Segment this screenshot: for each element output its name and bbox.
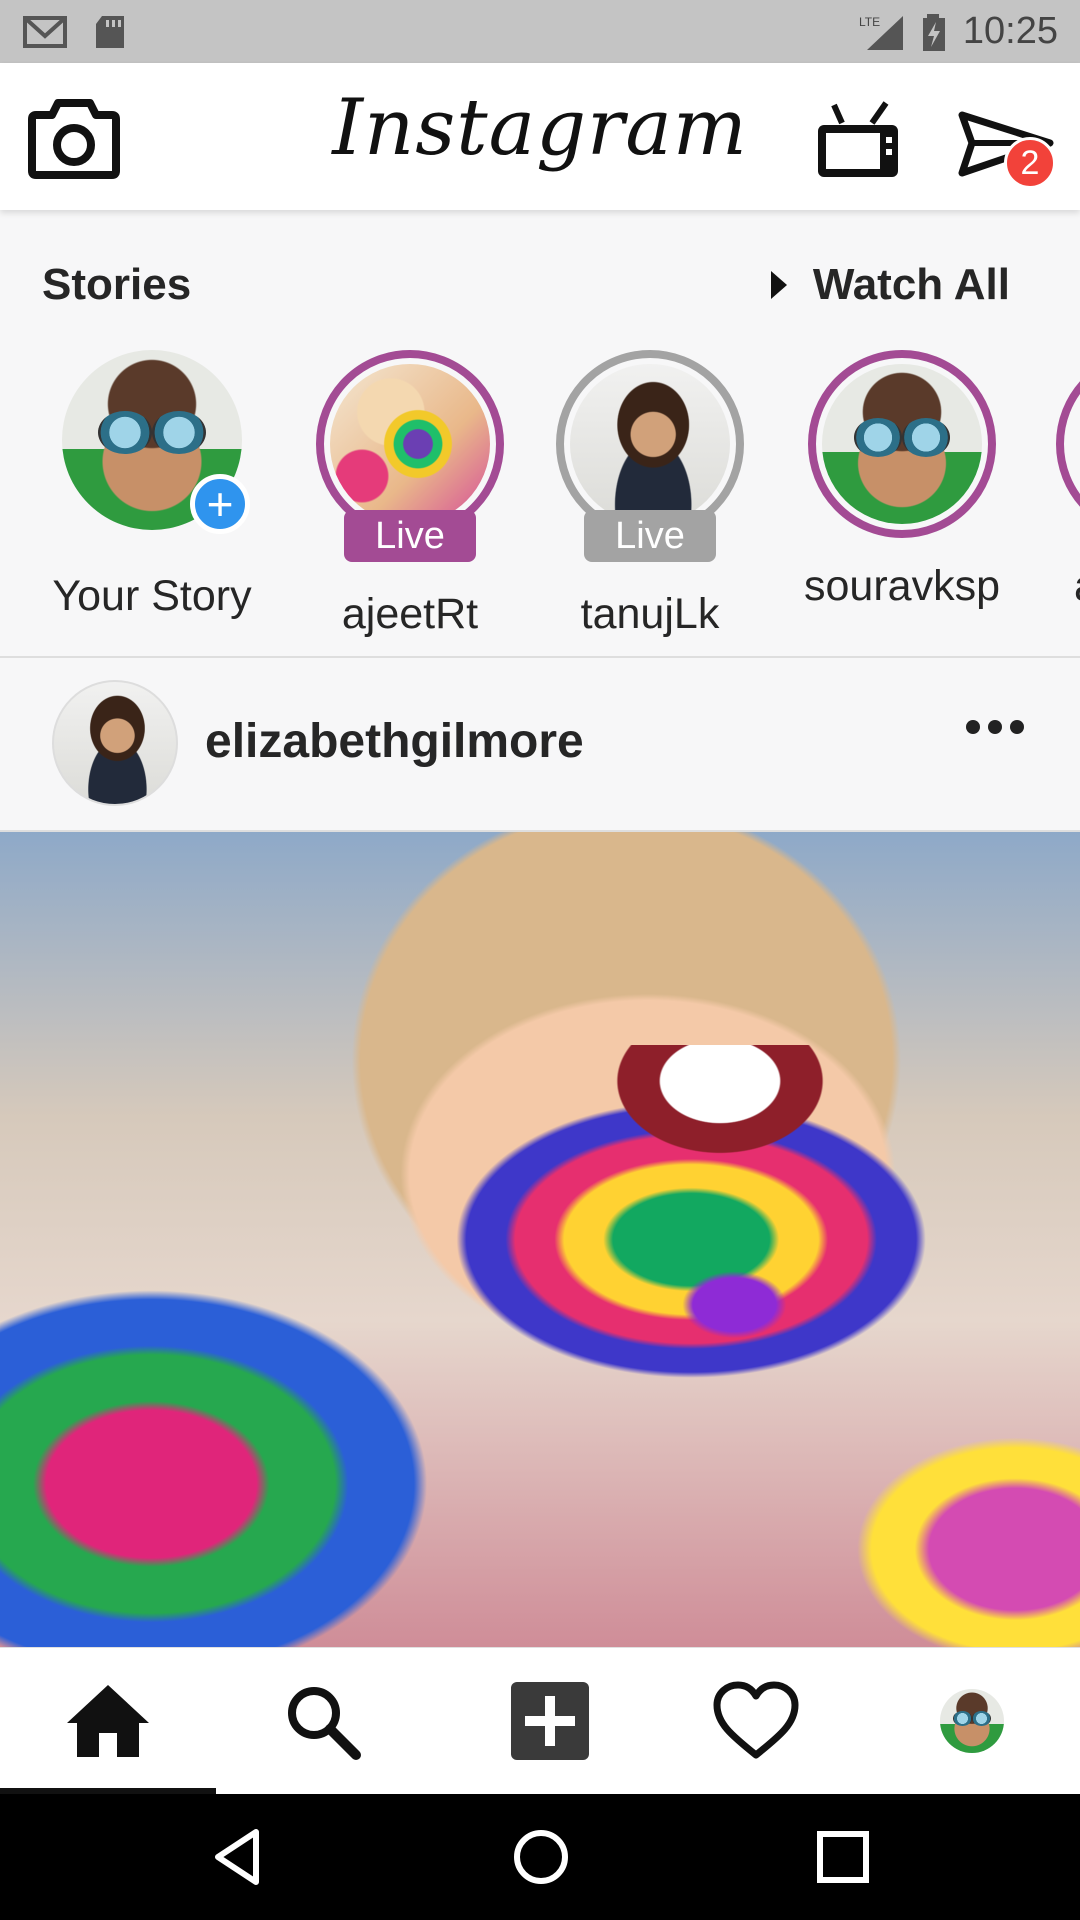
story-name: ajeetRt (341, 590, 479, 638)
bottom-navigation (0, 1647, 1080, 1794)
story-item-souravksp[interactable]: souravksp (782, 350, 1022, 650)
post-author-avatar[interactable] (52, 680, 178, 806)
home-circle-icon[interactable] (508, 1824, 574, 1890)
story-item-ajeetrt[interactable]: Live ajeetRt (290, 350, 530, 650)
profile-avatar-image (940, 1689, 1004, 1753)
system-navigation-bar (0, 1794, 1080, 1920)
status-time: 10:25 (962, 10, 1058, 52)
story-item-your-story[interactable]: + Your Story (32, 350, 272, 650)
story-avatar (822, 364, 982, 524)
search-icon[interactable] (272, 1676, 372, 1766)
add-story-icon[interactable]: + (190, 474, 250, 534)
signal-icon: LTE (859, 15, 903, 50)
live-badge: Live (584, 510, 716, 562)
profile-avatar[interactable] (922, 1676, 1022, 1766)
story-name: tanujLk (580, 590, 720, 638)
play-arrow-icon (770, 271, 787, 299)
status-right-icons: LTE 10:25 (859, 0, 1058, 63)
watch-all-button[interactable]: Watch All (770, 260, 1010, 310)
status-bar: LTE 10:25 (0, 0, 1080, 63)
story-avatar (330, 364, 490, 524)
story-avatar (570, 364, 730, 524)
post-image[interactable] (0, 832, 1080, 1647)
story-name: souravksp (804, 562, 1000, 610)
stories-title: Stories (42, 260, 192, 309)
post-username[interactable]: elizabethgilmore (205, 714, 584, 769)
story-item-tanujlk[interactable]: Live tanujLk (530, 350, 770, 650)
gmail-icon (23, 15, 67, 48)
more-horizontal-icon[interactable] (966, 720, 1024, 734)
story-name: Your Story (52, 572, 252, 620)
igtv-icon[interactable] (812, 99, 904, 183)
status-left-icons (22, 10, 136, 53)
app-logo: Instagram (332, 83, 748, 173)
heart-icon[interactable] (706, 1676, 806, 1766)
app-header: Instagram 2 (0, 63, 1080, 210)
add-post-icon[interactable] (500, 1676, 600, 1766)
watch-all-label: Watch All (812, 260, 1010, 309)
stories-section: Stories Watch All + Your Story Live ajee… (0, 210, 1080, 658)
back-icon[interactable] (206, 1824, 272, 1890)
sd-card-icon (96, 15, 124, 48)
message-count-badge: 2 (1004, 137, 1056, 189)
live-badge: Live (344, 510, 476, 562)
svg-text:LTE: LTE (859, 15, 880, 29)
story-name: a (1074, 562, 1080, 611)
battery-charging-icon (922, 13, 945, 51)
story-ring (1056, 350, 1080, 538)
home-icon[interactable] (58, 1676, 158, 1766)
recents-icon[interactable] (810, 1824, 876, 1890)
story-item-partial[interactable]: a (1030, 350, 1080, 650)
post-image-detail (600, 1045, 840, 1165)
post-header: elizabethgilmore (0, 658, 1080, 832)
